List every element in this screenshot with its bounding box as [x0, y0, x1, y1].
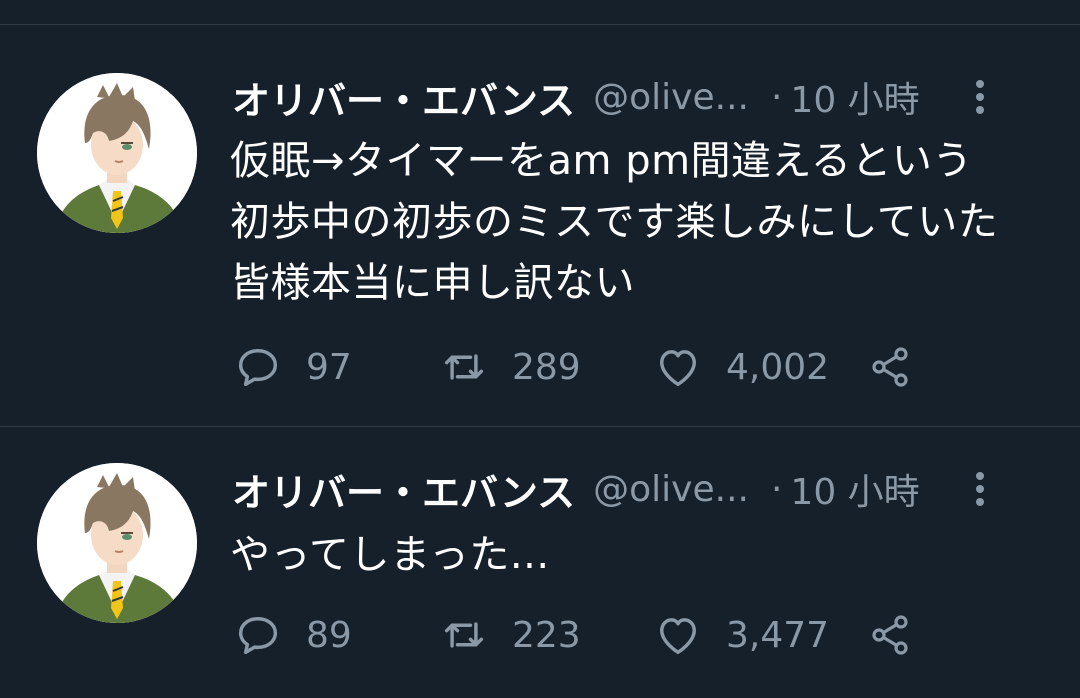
timestamp[interactable]: 10 小時 [790, 71, 919, 123]
retweet-icon [444, 622, 484, 648]
tweet[interactable]: オリバー・エバンス @olive... · 10 小時 やってしまった... 8… [0, 427, 1080, 698]
display-name[interactable]: オリバー・エバンス [232, 70, 575, 125]
tweet-text-line: 仮眠→タイマーをam pm間違えるという [230, 138, 973, 184]
heart-icon [660, 350, 696, 387]
tweet-text: やってしまった... [230, 525, 1050, 586]
more-vertical-icon[interactable] [960, 75, 1000, 119]
like-count: 3,477 [726, 614, 830, 656]
tweet[interactable]: オリバー・エバンス @olive... · 10 小時 仮眠→タイマーをam p… [0, 25, 1080, 427]
share-icon [872, 347, 908, 387]
more-vertical-icon[interactable] [960, 467, 1000, 511]
avatar-illustration [37, 73, 197, 233]
timeline: オリバー・エバンス @olive... · 10 小時 仮眠→タイマーをam p… [0, 0, 1080, 698]
share-button[interactable] [866, 337, 914, 397]
share-button[interactable] [866, 605, 914, 665]
tweet-text-line: 皆様本当に申し訳ない [230, 260, 635, 306]
reply-button[interactable]: 97 [232, 337, 352, 397]
like-count: 4,002 [726, 346, 830, 388]
like-button[interactable]: 4,002 [652, 337, 829, 397]
tweet-actions: 89 223 3,477 [232, 605, 992, 665]
separator-dot: · [770, 468, 783, 510]
retweet-count: 289 [512, 346, 581, 388]
retweet-button[interactable]: 223 [438, 605, 581, 665]
avatar[interactable] [37, 463, 197, 623]
user-handle[interactable]: @olive... [593, 77, 749, 118]
reply-count: 97 [306, 346, 352, 388]
share-icon [872, 615, 908, 655]
like-button[interactable]: 3,477 [652, 605, 829, 665]
retweet-button[interactable]: 289 [438, 337, 581, 397]
display-name[interactable]: オリバー・エバンス [232, 462, 575, 517]
tweet-text: 仮眠→タイマーをam pm間違えるという 初歩中の初歩のミスです楽しみにしていた… [230, 131, 1050, 314]
avatar-illustration [37, 463, 197, 623]
tweet-text-line: 初歩中の初歩のミスです楽しみにしていた [230, 199, 999, 245]
timestamp[interactable]: 10 小時 [790, 463, 919, 515]
reply-bubble-icon [238, 617, 278, 655]
tweet-actions: 97 289 4,002 [232, 337, 992, 397]
reply-count: 89 [306, 614, 352, 656]
tweet-header: オリバー・エバンス @olive... · 10 小時 [232, 463, 1040, 515]
reply-bubble-icon [238, 349, 278, 387]
user-handle[interactable]: @olive... [593, 469, 749, 510]
tweet-text-line: やってしまった... [230, 532, 550, 578]
reply-button[interactable]: 89 [232, 605, 352, 665]
tweet-header: オリバー・エバンス @olive... · 10 小時 [232, 71, 1040, 123]
separator-dot: · [770, 76, 783, 118]
avatar[interactable] [37, 73, 197, 233]
retweet-count: 223 [512, 614, 581, 656]
retweet-icon [444, 354, 484, 380]
heart-icon [660, 618, 696, 655]
